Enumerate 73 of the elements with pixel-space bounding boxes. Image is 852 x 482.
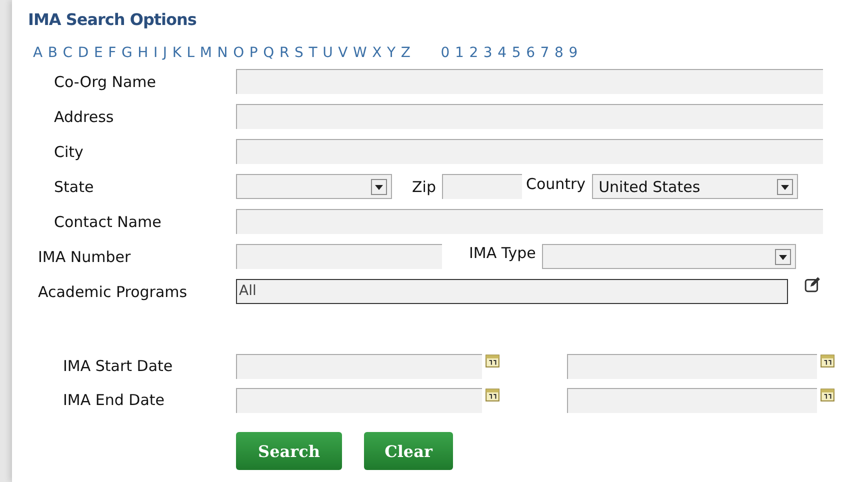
digit-link[interactable]: 6 (526, 45, 535, 61)
field-label: IMA Number (38, 248, 132, 266)
field-label: State (54, 178, 95, 196)
letter-link[interactable]: L (186, 45, 195, 61)
digit-link[interactable]: 0 (440, 45, 450, 61)
zip-field[interactable] (442, 174, 522, 199)
dropdown-icon (371, 178, 387, 194)
field-label: IMA End Date (63, 391, 166, 409)
letter-link[interactable]: Q (263, 45, 274, 61)
state-dropdown[interactable] (236, 174, 392, 199)
programs-field[interactable]: All (236, 279, 788, 304)
input-field[interactable] (236, 139, 823, 164)
field-label: Academic Programs (38, 282, 188, 300)
dropdown-icon (776, 178, 793, 194)
letter-link[interactable]: Z (400, 45, 410, 61)
field-label: City (54, 142, 84, 160)
field-label: Address (54, 108, 115, 126)
letter-link[interactable]: X (372, 45, 382, 61)
letter-link[interactable]: A (33, 45, 43, 61)
field-label: IMA Start Date (63, 357, 174, 375)
letter-link[interactable]: H (138, 45, 148, 61)
letter-link[interactable]: U (322, 45, 333, 61)
letter-link[interactable]: R (279, 45, 290, 61)
date-field[interactable] (236, 354, 482, 378)
date-field[interactable] (567, 388, 817, 412)
field-label: Co-Org Name (54, 72, 158, 90)
digit-link[interactable]: 1 (454, 45, 464, 61)
field-label: Contact Name (54, 212, 162, 230)
edit-icon[interactable] (804, 276, 821, 293)
calendar-icon[interactable] (820, 386, 835, 402)
calendar-icon[interactable] (820, 352, 835, 368)
letter-link[interactable]: B (48, 45, 58, 61)
date-field[interactable] (236, 388, 482, 412)
type-dropdown[interactable] (542, 244, 796, 269)
input-field[interactable] (236, 104, 823, 129)
letter-link[interactable]: Y (387, 45, 396, 61)
input-field[interactable] (236, 209, 823, 234)
field-label: IMA Type (469, 244, 536, 262)
digit-link[interactable]: 3 (483, 45, 492, 61)
calendar-icon[interactable] (485, 352, 500, 368)
letter-link[interactable]: N (217, 45, 228, 61)
letter-link[interactable]: K (172, 45, 182, 61)
panel-title: IMA Search Options (28, 10, 198, 31)
field-label: Country (526, 174, 586, 192)
digit-link[interactable]: 8 (554, 45, 564, 61)
input-field[interactable] (236, 69, 823, 94)
digit-link[interactable]: 2 (469, 45, 478, 61)
calendar-icon[interactable] (485, 386, 500, 402)
digit-link[interactable]: 7 (540, 45, 550, 61)
digit-link[interactable]: 4 (498, 45, 507, 61)
letter-link[interactable]: D (78, 45, 89, 61)
letter-link[interactable]: T (308, 45, 318, 61)
digit-link[interactable]: 5 (512, 45, 521, 61)
letter-link[interactable]: V (338, 45, 348, 61)
letter-link[interactable]: M (200, 45, 212, 61)
letter-link[interactable]: J (162, 45, 168, 61)
letter-link[interactable]: W (352, 45, 367, 61)
letter-link[interactable]: P (249, 45, 258, 61)
letter-link[interactable]: C (62, 45, 73, 61)
letter-link[interactable]: I (153, 45, 158, 61)
letter-link[interactable]: O (233, 45, 244, 61)
dropdown-icon (774, 248, 791, 264)
field-label: Zip (412, 178, 436, 196)
date-field[interactable] (567, 354, 817, 378)
letter-link[interactable]: S (294, 45, 304, 61)
clear-button[interactable]: Clear (364, 432, 453, 470)
search-button[interactable]: Search (236, 432, 342, 470)
letter-link[interactable]: F (108, 45, 116, 61)
letter-link[interactable]: G (121, 45, 132, 61)
letter-link[interactable]: E (94, 45, 103, 61)
digit-link[interactable]: 9 (568, 45, 578, 61)
country-dropdown[interactable]: United States (592, 174, 798, 199)
input-field[interactable] (236, 244, 442, 269)
